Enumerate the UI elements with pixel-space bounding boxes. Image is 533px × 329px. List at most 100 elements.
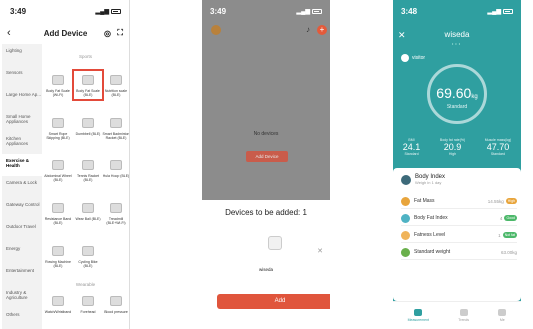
tab-me[interactable]: Me — [498, 309, 507, 322]
product-label: Nutrition scale (BLE) — [104, 89, 128, 98]
fatness-level-icon — [401, 230, 410, 240]
product-tile[interactable]: Treadmill (BLE+Wi-Fi) — [102, 199, 129, 226]
product-label: Body Fat Scale (BLE) — [76, 89, 100, 98]
add-device-button[interactable]: Add Device — [246, 151, 288, 162]
status-icons: ▂▄▆ — [488, 8, 513, 15]
product-label: Cycling Bike (BLE) — [78, 260, 98, 269]
list-item[interactable]: Body Fat Index 4 Good — [401, 211, 517, 226]
blood-pressure-icon — [102, 292, 129, 310]
user-switcher[interactable]: visitor — [401, 54, 425, 62]
product-tile[interactable]: Dumbbell (BLE) — [74, 114, 102, 136]
weight-status: Standard — [446, 104, 468, 110]
category-entertainment[interactable]: Entertainment — [2, 264, 42, 286]
add-device-header: ‹ Add Device ◎ ⛶ — [2, 22, 129, 44]
scan-icon[interactable]: ⛶ — [117, 28, 123, 38]
tab-trends[interactable]: Trends — [458, 309, 469, 322]
status-time: 3:48 — [401, 6, 418, 16]
status-bar: 3:49 ▂▄▆ — [2, 0, 129, 22]
product-tile[interactable]: Tennis Racket (BLE) — [74, 156, 102, 182]
product-tile[interactable]: Nutrition scale (BLE) — [102, 71, 129, 98]
back-icon[interactable]: ‹ — [7, 27, 11, 39]
product-tile[interactable]: Watch/Wristband — [44, 292, 72, 314]
status-time: 3:49 — [10, 6, 27, 16]
watch-icon — [44, 292, 72, 310]
category-small-home[interactable]: Small Home Appliances — [2, 110, 42, 132]
product-label: Resistance Band (BLE) — [44, 217, 72, 226]
product-tile[interactable]: Hula Hoop (BLE) — [102, 156, 129, 178]
home-overlay — [202, 0, 330, 200]
category-sensors[interactable]: Sensors — [2, 66, 42, 88]
target-icon[interactable]: ◎ — [104, 29, 111, 38]
body-fat-index-icon — [401, 213, 410, 223]
body-index-icon — [401, 174, 411, 185]
product-tile[interactable]: Body Fat Scale (Wi-Fi) — [44, 71, 72, 97]
ball-icon — [74, 199, 102, 217]
product-label: Smart Badminton Racket (BLE) — [102, 132, 130, 141]
metric-muscle: Muscle mass(kg) 47.70 Standard — [484, 138, 512, 156]
page-dots: ••• — [451, 41, 463, 46]
product-label: Treadmill (BLE+Wi-Fi) — [106, 217, 126, 226]
hoop-icon — [102, 156, 129, 174]
home-screen: 3:49 ▂▄▆ ♪ + No devices Add Device ✕ Dev… — [202, 0, 330, 329]
status-bar: 3:48 ▂▄▆ — [393, 0, 521, 22]
list-item[interactable]: Standard weight 63.00kg — [401, 245, 517, 260]
trends-icon — [459, 309, 468, 316]
product-tile[interactable]: Abdominal Wheel (BLE) — [44, 156, 72, 182]
devices-sheet — [202, 242, 330, 329]
product-tile[interactable]: Resistance Band (BLE) — [44, 199, 72, 225]
metrics-row: BMI 24.1 Standard Body fat rate(%) 20.9 High… — [393, 138, 521, 156]
rowing-icon — [44, 242, 72, 260]
page-title: Add Device — [43, 28, 88, 38]
add-device-screen: 3:49 ▂▄▆ ‹ Add Device ◎ ⛶ Lighting Senso… — [2, 0, 130, 329]
product-tile[interactable]: Smart Badminton Racket (BLE) — [102, 114, 130, 141]
racket-icon — [102, 114, 129, 132]
scale-icon — [102, 71, 129, 89]
body-index-header[interactable]: Body Index Weigh in 1 day — [401, 174, 445, 185]
product-grid: Sports Wearable Body Fat Scale (Wi-Fi) Bo… — [42, 44, 129, 329]
product-tile[interactable]: Rowing Machine (BLE) — [44, 242, 72, 268]
add-button[interactable]: Add — [217, 294, 330, 309]
bike-icon — [74, 242, 102, 260]
scale-dashboard: 3:48 ▂▄▆ ✕ wiseda ••• visitor 69.60kg St… — [393, 0, 521, 329]
product-tile[interactable]: Blood pressure — [102, 292, 129, 314]
status-time: 3:49 — [210, 6, 227, 16]
thermometer-icon — [74, 292, 102, 310]
category-industry[interactable]: Industry & Agriculture — [2, 286, 42, 308]
category-lighting[interactable]: Lighting — [2, 44, 42, 66]
status-icons: ▂▄▆ — [297, 8, 322, 15]
product-label: Smart Rope Skipping (BLE) — [46, 132, 70, 141]
list-item[interactable]: Fatness Level 1 Not fat — [401, 228, 517, 243]
racket-icon — [74, 156, 102, 174]
product-tile[interactable]: Smart Rope Skipping (BLE) — [44, 114, 72, 140]
close-icon[interactable]: ✕ — [317, 247, 323, 255]
product-tile[interactable]: Body Fat Scale (BLE) — [74, 71, 102, 97]
product-tile[interactable]: Wear Ball (BLE) — [74, 199, 102, 221]
category-large-home[interactable]: Large Home Ap... — [2, 88, 42, 110]
band-icon — [44, 199, 72, 217]
treadmill-icon — [102, 199, 129, 217]
product-tile[interactable]: Forehead — [74, 292, 102, 314]
list-item[interactable]: Fat Mass 14.55kg High — [401, 194, 517, 209]
category-camera-lock[interactable]: Camera & Lock — [2, 176, 42, 198]
category-outdoor[interactable]: Outdoor Travel — [2, 220, 42, 242]
category-exercise-health[interactable]: Exercise & Health — [2, 154, 42, 176]
home-avatar[interactable] — [211, 25, 221, 35]
avatar — [401, 54, 409, 62]
category-kitchen[interactable]: Kitchen Appliances — [2, 132, 42, 154]
category-gateway[interactable]: Gateway Control — [2, 198, 42, 220]
mic-icon[interactable]: ♪ — [306, 25, 310, 34]
rope-icon — [44, 114, 72, 132]
user-name: visitor — [412, 55, 426, 61]
tab-measurement[interactable]: Measurement — [408, 309, 429, 322]
category-others[interactable]: Others — [2, 308, 42, 329]
section-wearable: Wearable — [75, 282, 96, 287]
product-tile[interactable]: Cycling Bike (BLE) — [74, 242, 102, 268]
fat-mass-icon — [401, 196, 410, 206]
add-icon[interactable]: + — [317, 25, 327, 35]
product-label: Abdominal Wheel (BLE) — [44, 174, 72, 183]
category-energy[interactable]: Energy — [2, 242, 42, 264]
scale-icon[interactable] — [268, 236, 282, 250]
scale-icon — [74, 71, 102, 89]
wheel-icon — [44, 156, 72, 174]
product-label: Forehead — [80, 310, 96, 314]
